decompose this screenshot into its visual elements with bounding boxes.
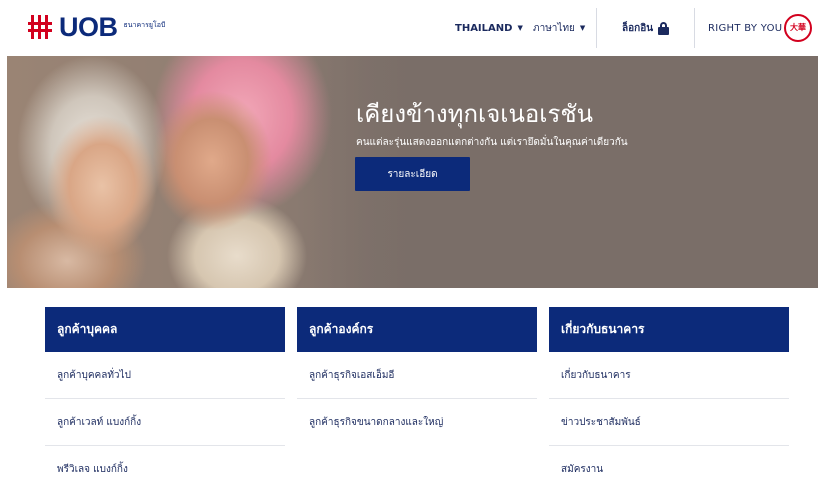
uob-logo-mark-icon xyxy=(28,15,54,39)
tagline: RIGHT BY YOU xyxy=(708,22,783,34)
chevron-down-icon: ▼ xyxy=(517,24,523,32)
hero-title: เคียงข้างทุกเจเนอเรชัน xyxy=(356,100,594,128)
divider xyxy=(596,8,597,48)
top-header: UOB ธนาคารยูโอบี THAILAND ▼ ภาษาไทย ▼ ล็… xyxy=(0,0,825,56)
hero-details-button[interactable]: รายละเอียด xyxy=(355,157,470,191)
column-corporate: ลูกค้าองค์กร ลูกค้าธุรกิจเอสเอ็มอี ลูกค้… xyxy=(297,307,537,446)
country-selector[interactable]: THAILAND ▼ xyxy=(455,0,523,56)
column-heading[interactable]: ลูกค้าองค์กร xyxy=(297,307,537,352)
logo-subtitle: ธนาคารยูโอบี xyxy=(123,20,166,29)
uob-seal-icon: 大華 xyxy=(784,14,812,42)
login-button[interactable]: ล็อกอิน xyxy=(622,0,670,56)
logo-wordmark: UOB xyxy=(59,12,118,42)
hero-banner[interactable]: เคียงข้างทุกเจเนอเรชัน คนแต่ละรุ่นแสดงออ… xyxy=(7,56,818,288)
column-link[interactable]: ลูกค้าธุรกิจขนาดกลางและใหญ่ xyxy=(297,399,537,446)
language-selector[interactable]: ภาษาไทย ▼ xyxy=(533,0,585,56)
language-label: ภาษาไทย xyxy=(533,22,575,34)
chevron-down-icon: ▼ xyxy=(579,24,586,32)
column-heading[interactable]: เกี่ยวกับธนาคาร xyxy=(549,307,789,352)
country-label: THAILAND xyxy=(455,22,513,34)
column-heading[interactable]: ลูกค้าบุคคล xyxy=(45,307,285,352)
column-link[interactable]: พรีวิเลจ แบงก์กิ้ง xyxy=(45,446,285,493)
column-link[interactable]: ลูกค้าเวลท์ แบงก์กิ้ง xyxy=(45,399,285,446)
column-link[interactable]: ลูกค้าบุคคลทั่วไป xyxy=(45,352,285,399)
column-link[interactable]: สมัครงาน xyxy=(549,446,789,493)
column-about: เกี่ยวกับธนาคาร เกี่ยวกับธนาคาร ข่าวประช… xyxy=(549,307,789,493)
lock-icon xyxy=(658,21,670,35)
right-by-you-link[interactable]: RIGHT BY YOU xyxy=(708,0,782,56)
column-link[interactable]: เกี่ยวกับธนาคาร xyxy=(549,352,789,399)
uob-logo[interactable]: UOB ธนาคารยูโอบี xyxy=(28,12,165,42)
divider xyxy=(694,8,695,48)
column-personal: ลูกค้าบุคคล ลูกค้าบุคคลทั่วไป ลูกค้าเวลท… xyxy=(45,307,285,493)
column-link[interactable]: ข่าวประชาสัมพันธ์ xyxy=(549,399,789,446)
login-label: ล็อกอิน xyxy=(622,22,654,34)
column-link[interactable]: ลูกค้าธุรกิจเอสเอ็มอี xyxy=(297,352,537,399)
hero-subtitle: คนแต่ละรุ่นแสดงออกแตกต่างกัน แต่เรายึดมั… xyxy=(356,137,628,148)
